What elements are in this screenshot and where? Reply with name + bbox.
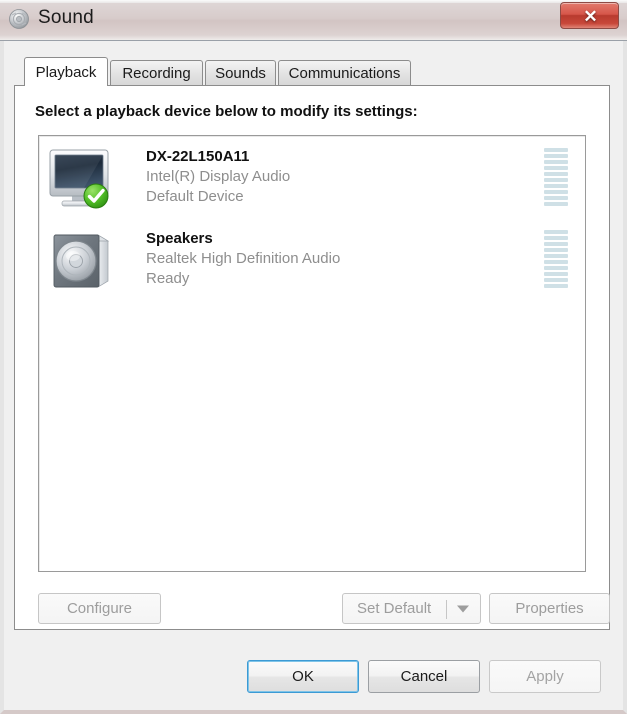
- device-info: DX-22L150A11 Intel(R) Display Audio Defa…: [146, 147, 290, 206]
- tab-playback[interactable]: Playback: [24, 57, 108, 86]
- speaker-icon: [8, 8, 30, 30]
- close-icon: ✕: [583, 6, 598, 26]
- tab-sounds[interactable]: Sounds: [205, 60, 276, 85]
- title-bar-highlight: [0, 0, 627, 3]
- configure-button[interactable]: Configure: [38, 593, 161, 624]
- device-name: Speakers: [146, 230, 213, 248]
- playback-device-list[interactable]: DX-22L150A11 Intel(R) Display Audio Defa…: [38, 135, 586, 572]
- dialog-footer: OK Cancel Apply: [0, 651, 627, 714]
- speaker-box-icon: [46, 223, 114, 295]
- instruction-text: Select a playback device below to modify…: [35, 103, 418, 120]
- dialog-body: Playback Recording Sounds Communications…: [0, 41, 627, 651]
- close-button[interactable]: ✕: [560, 2, 619, 29]
- list-item[interactable]: Speakers Realtek High Definition Audio R…: [39, 218, 585, 300]
- device-status: Ready: [146, 269, 190, 287]
- tab-recording[interactable]: Recording: [110, 60, 203, 85]
- set-default-button[interactable]: Set Default: [342, 593, 481, 624]
- properties-button[interactable]: Properties: [489, 593, 610, 624]
- monitor-icon: [46, 141, 114, 213]
- device-driver: Realtek High Definition Audio: [146, 250, 341, 268]
- tab-strip: Playback Recording Sounds Communications: [14, 57, 610, 86]
- ok-button[interactable]: OK: [247, 660, 359, 693]
- apply-button[interactable]: Apply: [489, 660, 601, 693]
- chevron-down-icon[interactable]: [457, 605, 469, 612]
- title-bar: Sound ✕: [0, 0, 627, 41]
- list-item[interactable]: DX-22L150A11 Intel(R) Display Audio Defa…: [39, 136, 585, 218]
- sound-dialog-window: Sound ✕ Playback Recording Sounds Commun…: [0, 0, 627, 714]
- device-info: Speakers Realtek High Definition Audio R…: [146, 229, 340, 288]
- split-divider: [446, 600, 447, 619]
- device-driver: Intel(R) Display Audio: [146, 168, 291, 186]
- playback-tab-panel: Select a playback device below to modify…: [14, 85, 610, 630]
- volume-meter: [544, 230, 568, 288]
- set-default-label: Set Default: [357, 600, 432, 617]
- device-status: Default Device: [146, 187, 244, 205]
- device-name: DX-22L150A11: [146, 148, 250, 166]
- tab-communications[interactable]: Communications: [278, 60, 411, 85]
- cancel-button[interactable]: Cancel: [368, 660, 480, 693]
- window-title: Sound: [38, 7, 94, 28]
- volume-meter: [544, 148, 568, 206]
